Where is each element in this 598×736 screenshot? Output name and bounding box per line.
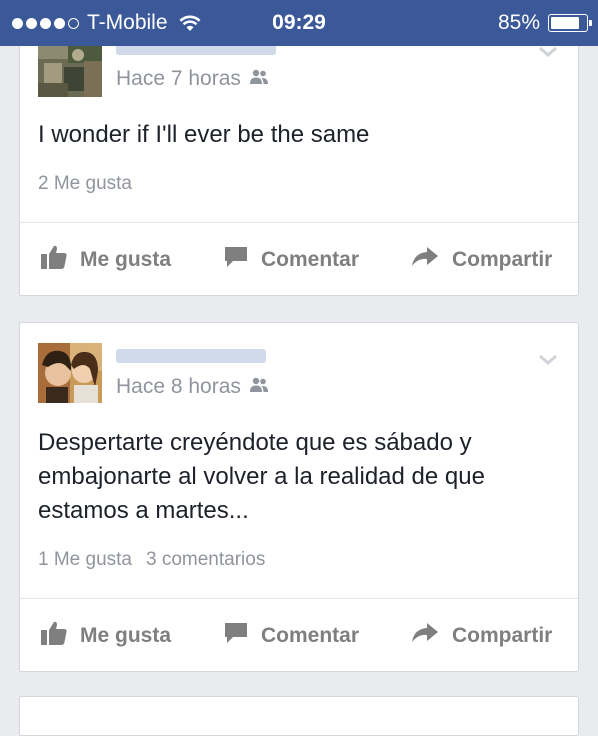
chevron-down-icon[interactable] (538, 45, 558, 59)
post-card (19, 696, 579, 736)
status-bar: T-Mobile 09:29 85% (0, 0, 598, 46)
like-button-label: Me gusta (80, 248, 172, 271)
comment-count[interactable]: 3 comentarios (146, 549, 265, 571)
like-button[interactable]: Me gusta (40, 599, 171, 673)
post-timestamp[interactable]: Hace 7 horas (116, 67, 241, 91)
action-bar: Me gusta Comentar Compartir (20, 223, 578, 297)
post-meta: Hace 8 horas (116, 375, 269, 399)
like-button-label: Me gusta (80, 624, 172, 647)
share-button-label: Compartir (452, 248, 553, 271)
thumbs-up-icon (40, 620, 68, 652)
comment-bubble-icon (223, 621, 249, 651)
avatar[interactable] (38, 343, 102, 403)
thumbs-up-icon (40, 244, 68, 276)
share-arrow-icon (410, 621, 440, 651)
share-arrow-icon (410, 245, 440, 275)
friends-audience-icon (249, 375, 269, 399)
comment-bubble-icon (223, 245, 249, 275)
comment-button[interactable]: Comentar (223, 599, 359, 673)
comment-button[interactable]: Comentar (223, 223, 359, 297)
battery-icon (548, 14, 592, 32)
share-button[interactable]: Compartir (410, 223, 552, 297)
like-count[interactable]: 1 Me gusta (38, 549, 132, 571)
comment-button-label: Comentar (261, 248, 360, 271)
post-text: Despertarte creyéndote que es sábado y e… (38, 429, 485, 524)
status-right: 85% (497, 0, 592, 46)
post-meta: Hace 7 horas (116, 67, 269, 91)
share-button-label: Compartir (452, 624, 553, 647)
share-button[interactable]: Compartir (410, 599, 552, 673)
comment-button-label: Comentar (261, 624, 360, 647)
friends-audience-icon (249, 67, 269, 91)
post-stats: 1 Me gusta 3 comentarios (38, 549, 265, 571)
post-timestamp[interactable]: Hace 8 horas (116, 375, 241, 399)
avatar[interactable] (38, 37, 102, 97)
like-button[interactable]: Me gusta (40, 223, 171, 297)
author-name-redacted (116, 349, 266, 363)
post-text: I wonder if I'll ever be the same (38, 121, 370, 148)
battery-percentage: 85% (497, 11, 540, 34)
post-stats: 2 Me gusta (38, 173, 132, 195)
action-bar: Me gusta Comentar Compartir (20, 599, 578, 673)
post-card: Hace 8 horas Despertarte creyéndote que … (19, 322, 579, 672)
chevron-down-icon[interactable] (538, 353, 558, 367)
like-count[interactable]: 2 Me gusta (38, 173, 132, 195)
